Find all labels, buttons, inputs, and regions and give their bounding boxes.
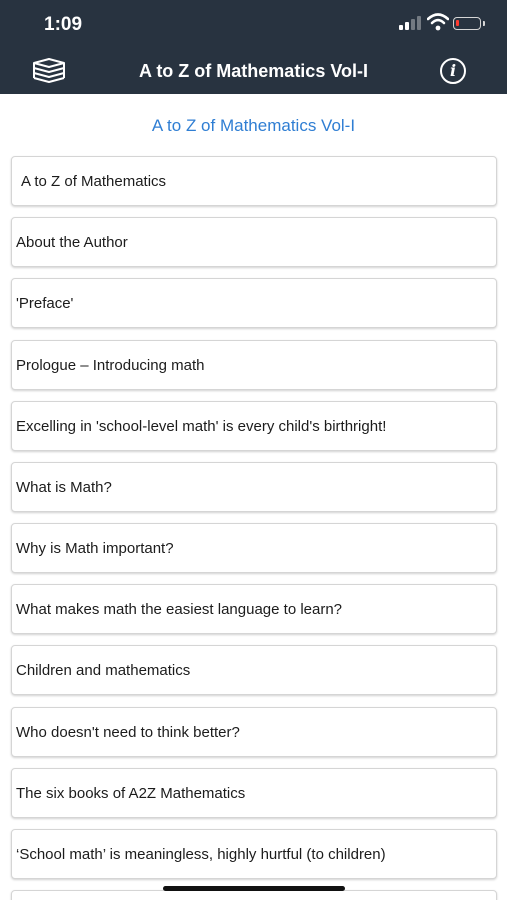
home-indicator[interactable] bbox=[163, 886, 345, 891]
nav-title: A to Z of Mathematics Vol-I bbox=[138, 61, 368, 81]
chapter-item-prologue[interactable]: Prologue – Introducing math bbox=[11, 340, 497, 390]
status-time: 1:09 bbox=[44, 14, 83, 35]
info-button[interactable]: i bbox=[440, 58, 466, 84]
chapter-item-six-books[interactable]: The six books of A2Z Mathematics bbox=[11, 768, 497, 818]
book-stack-icon[interactable] bbox=[31, 57, 67, 87]
chapter-item-children-math[interactable]: Children and mathematics bbox=[11, 645, 497, 695]
chapter-item-preface[interactable]: 'Preface' bbox=[11, 278, 497, 328]
battery-level bbox=[456, 20, 459, 26]
cellular-signal-icon bbox=[399, 16, 421, 30]
chapter-item-a-to-z[interactable]: A to Z of Mathematics bbox=[11, 156, 497, 206]
chapter-item-birthright[interactable]: Excelling in 'school-level math' is ever… bbox=[11, 401, 497, 451]
content-area[interactable]: A to Z of Mathematics Vol-I A to Z of Ma… bbox=[0, 94, 507, 900]
battery-icon bbox=[453, 17, 485, 30]
chapter-item-why-math-important[interactable]: Why is Math important? bbox=[11, 523, 497, 573]
navigation-bar: 1:09 A to Z of Mathematics Vol-I i bbox=[0, 0, 507, 94]
chapter-item-about-author[interactable]: About the Author bbox=[11, 217, 497, 267]
chapter-item-partial[interactable] bbox=[11, 890, 497, 900]
chapter-item-easiest-language[interactable]: What makes math the easiest language to … bbox=[11, 584, 497, 634]
chapter-item-what-is-math[interactable]: What is Math? bbox=[11, 462, 497, 512]
chapter-item-school-math[interactable]: ‘School math’ is meaningless, highly hur… bbox=[11, 829, 497, 879]
wifi-icon bbox=[427, 13, 449, 31]
section-heading: A to Z of Mathematics Vol-I bbox=[151, 116, 356, 135]
chapter-item-think-better[interactable]: Who doesn't need to think better? bbox=[11, 707, 497, 757]
